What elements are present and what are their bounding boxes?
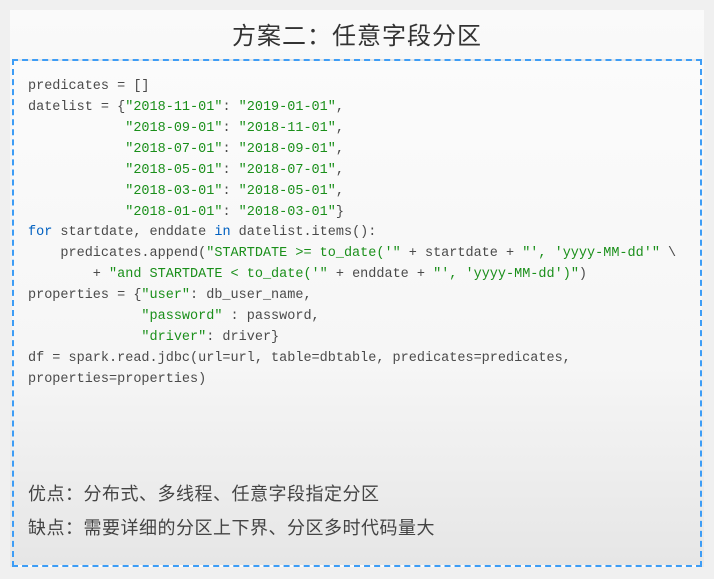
code-keyword: for — [28, 225, 52, 240]
code-text: : — [222, 205, 238, 220]
code-text: properties = { — [28, 288, 141, 303]
code-text: : — [222, 142, 238, 157]
code-string: "2018-11-01" — [125, 100, 222, 115]
code-text: : driver} — [206, 330, 279, 345]
code-string: "user" — [141, 288, 190, 303]
code-string: "and STARTDATE < to_date('" — [109, 267, 328, 282]
pros-line: 优点：分布式、多线程、任意字段指定分区 — [28, 477, 686, 511]
code-text: : password, — [222, 309, 319, 324]
code-text: , — [336, 142, 344, 157]
code-text: , — [336, 121, 344, 136]
code-string: "2018-09-01" — [239, 142, 336, 157]
code-text: predicates.append( — [28, 246, 206, 261]
cons-line: 缺点：需要详细的分区上下界、分区多时代码量大 — [28, 511, 686, 545]
code-text: , — [336, 163, 344, 178]
code-text: : — [222, 184, 238, 199]
code-text: } — [336, 205, 344, 220]
code-text: datelist.items(): — [231, 225, 377, 240]
code-string: "2018-03-01" — [125, 184, 222, 199]
example-panel: 方案二：任意字段分区 predicates = [] datelist = {"… — [10, 10, 704, 567]
code-text: , — [336, 100, 344, 115]
panel-title: 方案二：任意字段分区 — [10, 10, 704, 59]
code-string: "2018-09-01" — [125, 121, 222, 136]
notes-block: 优点：分布式、多线程、任意字段指定分区 缺点：需要详细的分区上下界、分区多时代码… — [28, 477, 686, 545]
code-block: predicates = [] datelist = {"2018-11-01"… — [28, 77, 686, 391]
code-text: ) — [579, 267, 587, 282]
code-text — [28, 205, 125, 220]
code-text: , — [336, 184, 344, 199]
code-string: "driver" — [141, 330, 206, 345]
code-text: + startdate + — [401, 246, 523, 261]
code-string: "2018-01-01" — [125, 205, 222, 220]
code-text — [28, 163, 125, 178]
code-line: predicates = [] — [28, 79, 150, 94]
code-text: : — [222, 163, 238, 178]
code-text: + enddate + — [328, 267, 433, 282]
code-string: "password" — [141, 309, 222, 324]
code-line: df = spark.read.jdbc(url=url, table=dbta… — [28, 351, 571, 366]
code-text — [28, 142, 125, 157]
code-string: "2018-07-01" — [239, 163, 336, 178]
code-text: : — [222, 121, 238, 136]
code-text: : db_user_name, — [190, 288, 312, 303]
code-string: "2018-07-01" — [125, 142, 222, 157]
code-string: "STARTDATE >= to_date('" — [206, 246, 400, 261]
code-string: "2018-11-01" — [239, 121, 336, 136]
code-string: "2019-01-01" — [239, 100, 336, 115]
code-text — [28, 184, 125, 199]
code-string: "', 'yyyy-MM-dd'" — [522, 246, 660, 261]
code-string: "2018-05-01" — [239, 184, 336, 199]
code-container: predicates = [] datelist = {"2018-11-01"… — [12, 59, 702, 567]
code-text — [28, 309, 141, 324]
code-text: datelist = { — [28, 100, 125, 115]
code-string: "2018-03-01" — [239, 205, 336, 220]
code-text: \ — [660, 246, 676, 261]
code-string: "', 'yyyy-MM-dd')" — [433, 267, 579, 282]
code-text — [28, 330, 141, 345]
code-text: : — [222, 100, 238, 115]
code-text: + — [28, 267, 109, 282]
code-text — [28, 121, 125, 136]
code-keyword: in — [214, 225, 230, 240]
code-text: startdate, enddate — [52, 225, 214, 240]
code-line: properties=properties) — [28, 372, 206, 387]
code-string: "2018-05-01" — [125, 163, 222, 178]
